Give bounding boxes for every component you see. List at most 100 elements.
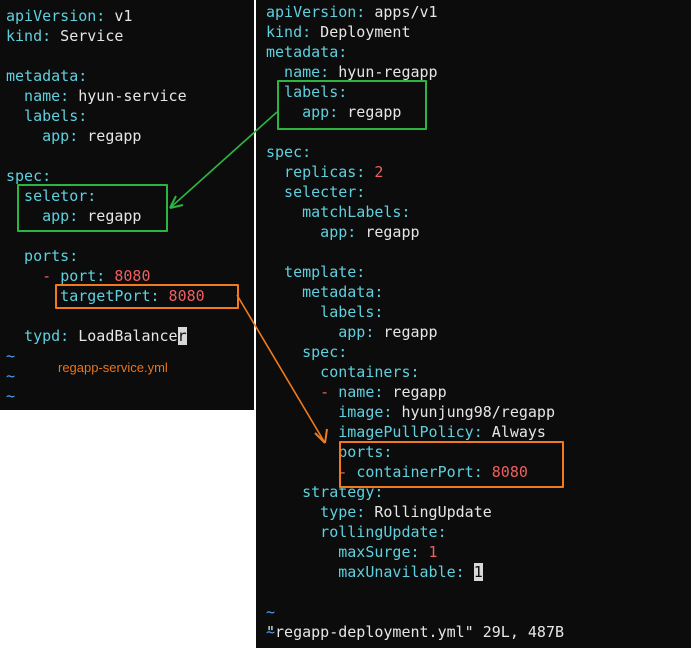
service-yaml-line: ~ <box>6 346 15 366</box>
service-file-caption: regapp-service.yml <box>58 360 168 375</box>
deployment-yaml-line: - name: regapp <box>266 382 447 402</box>
deployment-yaml-token: rollingUpdate: <box>266 523 447 541</box>
deployment-yaml-token: metadata: <box>266 43 348 61</box>
deployment-yaml-line: metadata: <box>266 42 347 62</box>
deployment-yaml-line: type: RollingUpdate <box>266 502 492 522</box>
deployment-yaml-token: 1 <box>419 543 438 561</box>
service-yaml-line: apiVersion: v1 <box>6 6 132 26</box>
service-yaml-line: metadata: <box>6 66 87 86</box>
deployment-yaml-line: matchLabels: <box>266 202 411 222</box>
deployment-yaml-line: metadata: <box>266 282 383 302</box>
deployment-yaml-token: matchLabels: <box>266 203 411 221</box>
service-yaml-token: kind: <box>6 27 52 45</box>
service-yaml-token: metadata: <box>6 67 88 85</box>
deployment-yaml-token: RollingUpdate <box>365 503 492 521</box>
deployment-yaml-token: imagePullPolicy: <box>266 423 483 441</box>
service-yaml-token: name: <box>6 87 70 105</box>
deployment-yaml-token: regapp <box>374 323 438 341</box>
deployment-yaml-line: spec: <box>266 142 311 162</box>
deployment-yaml-token: image: <box>266 403 393 421</box>
service-yaml-line: name: hyun-service <box>6 86 187 106</box>
deployment-yaml-line: app: regapp <box>266 222 420 242</box>
selector-highlight-box <box>17 184 168 232</box>
deployment-yaml-token: name: <box>338 383 384 401</box>
service-yaml-token: port: <box>60 267 106 285</box>
tilde-marker: ~ <box>266 603 276 621</box>
deployment-yaml-token: app: <box>266 323 375 341</box>
deployment-yaml-line: spec: <box>266 342 347 362</box>
tilde-marker: ~ <box>6 387 16 405</box>
deployment-yaml-line: maxUnavilable: 1 <box>266 562 483 582</box>
deployment-yaml-token: template: <box>266 263 366 281</box>
deployment-yaml-token: labels: <box>266 303 384 321</box>
service-yaml-token: ports: <box>6 247 79 265</box>
deployment-yaml-line: ~ <box>266 602 275 622</box>
service-yaml-line: app: regapp <box>6 126 141 146</box>
deployment-yaml-line: rollingUpdate: <box>266 522 447 542</box>
deployment-yaml-token: regapp <box>383 383 447 401</box>
targetport-highlight-box <box>55 284 239 309</box>
service-yaml-token: LoadBalance <box>69 327 178 345</box>
deployment-yaml-token: app: <box>266 223 357 241</box>
deployment-yaml-token <box>465 563 474 581</box>
service-yaml-token: hyun-service <box>69 87 187 105</box>
deployment-yaml-token: type: <box>266 503 366 521</box>
deployment-yaml-token: regapp <box>356 223 420 241</box>
deployment-yaml-line: apiVersion: apps/v1 <box>266 2 438 22</box>
deployment-yaml-token: apiVersion: <box>266 3 366 21</box>
service-yaml-line: - port: 8080 <box>6 266 151 286</box>
deployment-yaml-token: apps/v1 <box>365 3 438 21</box>
deployment-yaml-line: imagePullPolicy: Always <box>266 422 546 442</box>
deployment-yaml-line: replicas: 2 <box>266 162 383 182</box>
tilde-marker: ~ <box>6 347 16 365</box>
deployment-yaml-token: metadata: <box>266 283 384 301</box>
service-yaml-line: ~ <box>6 386 15 406</box>
service-yaml-token: 8080 <box>105 267 151 285</box>
cursor-block: 1 <box>473 563 483 581</box>
vim-status-line: "regapp-deployment.yml" 29L, 487B <box>266 623 565 641</box>
labels-highlight-box <box>277 80 427 130</box>
deployment-yaml-token: replicas: <box>266 163 366 181</box>
service-yaml-token: - <box>6 267 61 285</box>
service-yaml-line: kind: Service <box>6 26 123 46</box>
tilde-marker: ~ <box>6 367 16 385</box>
service-yaml-token: v1 <box>105 7 133 25</box>
deployment-yaml-line: template: <box>266 262 365 282</box>
deployment-yaml-line: image: hyunjung98/regapp <box>266 402 555 422</box>
service-yaml-token: Service <box>51 27 124 45</box>
deployment-yaml-token: hyun-regapp <box>329 63 438 81</box>
cursor-block: r <box>177 327 187 345</box>
service-yaml-line: spec: <box>6 166 51 186</box>
deployment-yaml-line: name: hyun-regapp <box>266 62 438 82</box>
deployment-yaml-token: Deployment <box>311 23 411 41</box>
deployment-yaml-line: kind: Deployment <box>266 22 411 42</box>
deployment-yaml-token: - <box>266 383 339 401</box>
service-yaml-line: ports: <box>6 246 78 266</box>
deployment-yaml-token: containers: <box>266 363 420 381</box>
deployment-yaml-token: Always <box>482 423 546 441</box>
service-yaml-token: labels: <box>6 107 88 125</box>
service-yaml-line: typd: LoadBalancer <box>6 326 187 346</box>
deployment-yaml-line: containers: <box>266 362 420 382</box>
deployment-yaml-token: hyunjung98/regapp <box>392 403 555 421</box>
service-yaml-line: ~ <box>6 366 15 386</box>
deployment-yaml-token: spec: <box>266 343 348 361</box>
service-yaml-token: typd: <box>6 327 70 345</box>
deployment-yaml-token: name: <box>266 63 330 81</box>
deployment-yaml-line: maxSurge: 1 <box>266 542 438 562</box>
service-yaml-token: apiVersion: <box>6 7 106 25</box>
deployment-yaml-line: selecter: <box>266 182 365 202</box>
deployment-yaml-token: 2 <box>365 163 384 181</box>
deployment-yaml-line: labels: <box>266 302 383 322</box>
deployment-yaml-line: app: regapp <box>266 322 438 342</box>
deployment-yaml-token: maxUnavilable: <box>266 563 465 581</box>
service-yaml-token: spec: <box>6 167 52 185</box>
deployment-yaml-token: kind: <box>266 23 312 41</box>
deployment-yaml-token: maxSurge: <box>266 543 420 561</box>
service-yaml-token: app: <box>6 127 79 145</box>
deployment-yaml-token: selecter: <box>266 183 366 201</box>
containerport-highlight-box <box>339 441 564 488</box>
deployment-yaml-token: spec: <box>266 143 312 161</box>
service-yaml-line: labels: <box>6 106 87 126</box>
service-yaml-token: regapp <box>78 127 142 145</box>
